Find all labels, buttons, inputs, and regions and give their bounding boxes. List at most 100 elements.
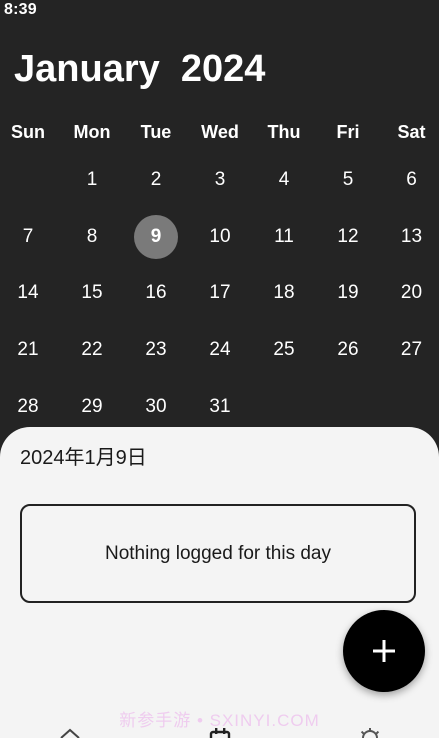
calendar-day[interactable]: 5: [312, 158, 384, 202]
calendar-day[interactable]: 10: [184, 215, 256, 259]
calendar-empty-cell-inner: [326, 385, 370, 429]
calendar-week-row: 14 15 16 17 18 19 20: [0, 265, 439, 322]
calendar-empty-cell-inner: [262, 385, 306, 429]
calendar-day-number: 7: [22, 225, 34, 247]
calendar-day[interactable]: 17: [184, 271, 256, 315]
calendar-day-number: 6: [406, 169, 417, 191]
calendar-day-number: 14: [17, 282, 39, 304]
calendar-day[interactable]: 13: [384, 215, 439, 259]
calendar-day-number: 10: [209, 225, 231, 247]
calendar-day-number: 3: [214, 169, 226, 191]
nav-calendar-button[interactable]: [208, 726, 232, 738]
calendar-day-number: 26: [337, 339, 359, 361]
weekday-label: Mon: [73, 121, 111, 142]
calendar-day[interactable]: 4: [256, 158, 312, 202]
calendar-icon: [209, 728, 231, 738]
calendar-day[interactable]: 7: [0, 215, 56, 259]
weekday-label: Sat: [397, 121, 426, 142]
weekday-label: Sun: [11, 121, 45, 142]
calendar-day-number: 19: [337, 282, 359, 304]
empty-day-message: Nothing logged for this day: [104, 542, 332, 564]
weekday-header-row: Sun Mon Tue Wed Thu Fri Sat: [0, 112, 439, 152]
status-bar-time: 8:39: [4, 1, 37, 18]
calendar-day-number: 17: [209, 282, 231, 304]
calendar-day-number: 8: [86, 225, 98, 247]
calendar-day[interactable]: 18: [256, 271, 312, 315]
calendar-day[interactable]: 28: [0, 385, 56, 429]
home-icon: [60, 728, 80, 738]
calendar-day[interactable]: 25: [256, 328, 312, 372]
calendar-day[interactable]: 2: [128, 158, 184, 202]
add-entry-button[interactable]: [343, 610, 425, 692]
calendar-day[interactable]: 27: [384, 328, 439, 372]
plus-icon: [373, 640, 395, 662]
weekday-label: Wed: [201, 121, 239, 142]
month-label: January: [14, 48, 160, 90]
calendar-day[interactable]: 14: [0, 271, 56, 315]
calendar-day[interactable]: 29: [56, 385, 128, 429]
calendar-day[interactable]: 26: [312, 328, 384, 372]
day-detail-sheet: 2024年1月9日 Nothing logged for this day: [0, 427, 439, 738]
calendar-day-number: 27: [400, 339, 423, 361]
calendar-day[interactable]: 6: [384, 158, 439, 202]
calendar-day-number: 25: [273, 339, 295, 361]
calendar-week-row: 21 22 23 24 25 26 27: [0, 322, 439, 379]
calendar-day[interactable]: 16: [128, 271, 184, 315]
calendar-day[interactable]: 15: [56, 271, 128, 315]
calendar-day-number: 24: [209, 339, 231, 361]
calendar-empty-cell: [0, 158, 56, 202]
calendar-day[interactable]: 22: [56, 328, 128, 372]
calendar-day[interactable]: 11: [256, 215, 312, 259]
calendar-day[interactable]: 8: [56, 215, 128, 259]
calendar-day-number: 20: [400, 282, 423, 304]
calendar-day-number: 5: [342, 169, 354, 191]
calendar-day-number: 11: [274, 225, 294, 247]
calendar-empty-cell: [256, 385, 312, 429]
weekday-label: Fri: [336, 121, 360, 142]
calendar-day-number: 15: [81, 282, 103, 304]
calendar-grid: Sun Mon Tue Wed Thu Fri Sat 1 2 3 4 5 6 7 8 9 10 1…: [0, 112, 439, 435]
calendar-empty-cell-inner: [390, 385, 434, 429]
calendar-day[interactable]: 30: [128, 385, 184, 429]
selected-date-label: 2024年1月9日: [20, 447, 147, 469]
calendar-empty-cell-inner: [6, 158, 50, 202]
calendar-day-number: 1: [86, 169, 98, 191]
calendar-day-number: 31: [209, 395, 231, 417]
calendar-day-number: 18: [273, 282, 295, 304]
year-label: 2024: [180, 48, 266, 90]
calendar-day-number: 30: [145, 395, 167, 417]
bottom-navigation: [0, 726, 439, 738]
calendar-day-number: 2: [150, 169, 162, 191]
calendar-day[interactable]: 1: [56, 158, 128, 202]
nav-settings-button[interactable]: [358, 726, 382, 738]
calendar-week-row: 1 2 3 4 5 6: [0, 152, 439, 209]
calendar-empty-cell: [384, 385, 439, 429]
calendar-day[interactable]: 3: [184, 158, 256, 202]
calendar-day[interactable]: 24: [184, 328, 256, 372]
calendar-day-number: 21: [17, 339, 39, 361]
calendar-day[interactable]: 21: [0, 328, 56, 372]
calendar-day-number: 12: [337, 225, 359, 247]
calendar-day-number: 13: [400, 225, 423, 247]
calendar-day[interactable]: 23: [128, 328, 184, 372]
weekday-label: Tue: [140, 121, 172, 142]
weekday-label: Thu: [267, 121, 301, 142]
calendar-week-row: 7 8 9 10 11 12 13: [0, 209, 439, 266]
calendar-day[interactable]: 12: [312, 215, 384, 259]
calendar-day-number: 28: [17, 395, 39, 417]
calendar-day-number: 29: [81, 395, 103, 417]
nav-home-button[interactable]: [58, 726, 82, 738]
empty-day-card: Nothing logged for this day: [20, 504, 416, 603]
calendar-day-selected[interactable]: 9: [128, 214, 184, 259]
calendar-day[interactable]: 19: [312, 271, 384, 315]
calendar-day-number: 4: [278, 169, 290, 191]
calendar-day-number: 23: [145, 339, 167, 361]
calendar-day[interactable]: 20: [384, 271, 439, 315]
gear-icon: [360, 728, 380, 738]
calendar-day-number: 22: [81, 339, 103, 361]
calendar-weeks: 1 2 3 4 5 6 7 8 9 10 11 12 13 14 15 16 17 18 19 20 21 22 23 24 2…: [0, 152, 439, 435]
calendar-empty-cell: [312, 385, 384, 429]
month-year-title: January 2024: [14, 48, 265, 91]
calendar-day[interactable]: 31: [184, 385, 256, 429]
calendar-day-number: 9: [134, 214, 178, 259]
